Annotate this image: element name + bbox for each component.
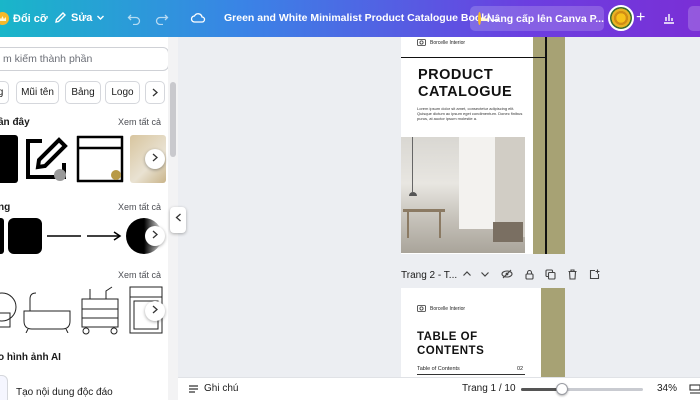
chevron-down-icon[interactable]	[480, 269, 490, 279]
top-toolbar: Đổi cỡ Sửa Green and White Minimalist Pr…	[0, 0, 700, 37]
undo-icon[interactable]	[127, 12, 141, 25]
cloud-sync-icon[interactable]	[190, 11, 206, 25]
add-page-icon[interactable]	[589, 269, 600, 280]
crown-icon	[478, 12, 481, 25]
share-button[interactable]	[688, 6, 700, 31]
chevron-left-icon	[175, 213, 181, 222]
brand-logo-icon	[417, 39, 426, 46]
brand-name: Borcelle Interior	[430, 306, 466, 312]
graphics-see-all-link[interactable]: Xem tất cả	[118, 270, 161, 280]
toc-entry-rule	[417, 374, 525, 375]
upgrade-button[interactable]: Nâng cấp lên Canva P...	[470, 6, 604, 31]
zoom-slider[interactable]	[521, 383, 643, 395]
line-shape-icon[interactable]	[46, 218, 82, 254]
ai-generate-card[interactable]	[0, 375, 8, 400]
hide-page-icon[interactable]	[501, 269, 513, 279]
graphic-sketch-cleaning-cart[interactable]	[76, 285, 126, 335]
chevron-right-icon	[152, 305, 158, 314]
bottom-status-bar: Ghi chú Trang 1 / 10 34%	[178, 377, 700, 400]
notes-icon	[189, 384, 198, 393]
chevron-right-icon	[152, 230, 158, 239]
recent-element-black-square[interactable]	[0, 135, 18, 183]
catalogue-title-line1: PRODUCT	[418, 67, 494, 83]
category-chip-arrows[interactable]: Mũi tên	[16, 81, 59, 104]
olive-stripe	[533, 37, 565, 254]
collapse-panel-button[interactable]	[170, 207, 186, 233]
brand-name: Borcelle Interior	[430, 40, 466, 46]
shape-rounded-square[interactable]	[8, 218, 42, 254]
chips-next-button[interactable]	[145, 81, 165, 104]
vertical-rule	[545, 37, 547, 254]
photo-pendant-lamp	[409, 192, 417, 196]
interior-photo	[401, 137, 525, 253]
brand-logo-icon	[417, 305, 426, 312]
upgrade-label: Nâng cấp lên Canva P...	[486, 12, 604, 25]
pencil-icon	[55, 12, 66, 23]
shapes-next-button[interactable]	[145, 226, 165, 246]
edit-label: Sửa	[71, 11, 93, 24]
zoom-slider-knob[interactable]	[556, 383, 568, 395]
recent-section-title: ần đây	[0, 117, 30, 128]
lock-page-icon[interactable]	[524, 269, 535, 280]
photo-doorway	[459, 137, 495, 229]
arrow-line-icon[interactable]	[86, 218, 122, 254]
recent-next-button[interactable]	[145, 149, 165, 169]
header-rule	[401, 57, 545, 58]
category-chip-tables[interactable]: Bảng	[65, 81, 101, 104]
chevron-down-icon	[97, 15, 105, 20]
crown-icon	[0, 12, 9, 25]
notes-label: Ghi chú	[204, 383, 239, 394]
search-input[interactable]: m kiếm thành phần	[0, 47, 168, 71]
shapes-see-all-link[interactable]: Xem tất cả	[118, 202, 161, 212]
graphic-sketch-toilet[interactable]	[0, 287, 18, 335]
photo-table-leg	[439, 212, 441, 238]
duplicate-page-icon[interactable]	[545, 269, 556, 280]
ai-generate-label[interactable]: Tạo nội dung độc đáo	[16, 387, 113, 398]
shape-square[interactable]	[0, 218, 4, 254]
zoom-level[interactable]: 34%	[657, 383, 677, 394]
document-title[interactable]: Green and White Minimalist Product Catal…	[224, 12, 499, 24]
category-chip[interactable]: g	[0, 81, 9, 104]
chevron-right-icon	[152, 153, 158, 162]
toc-entry-page: 02	[517, 366, 524, 372]
shapes-section-title: ng	[0, 202, 11, 213]
photo-table-leg	[407, 212, 409, 238]
page-indicator[interactable]: Trang 1 / 10	[462, 383, 516, 394]
insights-icon[interactable]	[662, 11, 676, 25]
catalogue-title-line2: CATALOGUE	[418, 84, 513, 100]
pages-view-icon[interactable]	[689, 384, 700, 395]
recent-element-edit-icon[interactable]	[22, 135, 70, 183]
page-1-product-catalogue[interactable]: Borcelle Interior PRODUCT CATALOGUE Lore…	[401, 37, 565, 254]
toc-title-line2: CONTENTS	[417, 345, 485, 357]
edit-square-icon	[26, 137, 68, 181]
category-chip-logo[interactable]: Logo	[105, 81, 140, 104]
photo-lamp-cord	[412, 137, 413, 192]
panel-scroll-thumb[interactable]	[170, 82, 176, 157]
add-collaborator-button[interactable]: +	[636, 9, 645, 27]
recent-element-frame[interactable]	[76, 135, 124, 183]
chevron-right-icon	[152, 88, 158, 97]
page-2-title-label[interactable]: Trang 2 - T...	[401, 270, 457, 281]
graphics-next-button[interactable]	[145, 301, 165, 321]
graphic-sketch-bathtub[interactable]	[22, 289, 72, 333]
edit-menu-button[interactable]: Sửa	[54, 11, 105, 24]
toc-title-line1: TABLE OF	[417, 331, 478, 343]
photo-counter	[493, 222, 523, 242]
toc-entry-label: Table of Contents	[417, 366, 460, 372]
elements-panel: m kiếm thành phần g Mũi tên Bảng Logo ần…	[0, 37, 168, 400]
page-2-table-of-contents[interactable]: Borcelle Interior TABLE OF CONTENTS Tabl…	[401, 288, 565, 378]
delete-page-icon[interactable]	[567, 269, 578, 280]
catalogue-intro-text: Lorem ipsum dolor sit amet, consectetur …	[417, 106, 523, 121]
redo-icon[interactable]	[155, 12, 169, 25]
notes-button[interactable]: Ghi chú	[188, 383, 238, 394]
resize-label: Đổi cỡ	[13, 12, 48, 25]
recent-see-all-link[interactable]: Xem tất cả	[118, 117, 161, 127]
resize-button[interactable]: Đổi cỡ	[0, 12, 48, 25]
frame-shape-icon	[76, 135, 124, 183]
avatar[interactable]	[608, 5, 634, 31]
ai-section-title: o hình ảnh AI	[0, 352, 61, 363]
chevron-up-icon[interactable]	[462, 269, 472, 279]
olive-stripe	[541, 288, 565, 378]
